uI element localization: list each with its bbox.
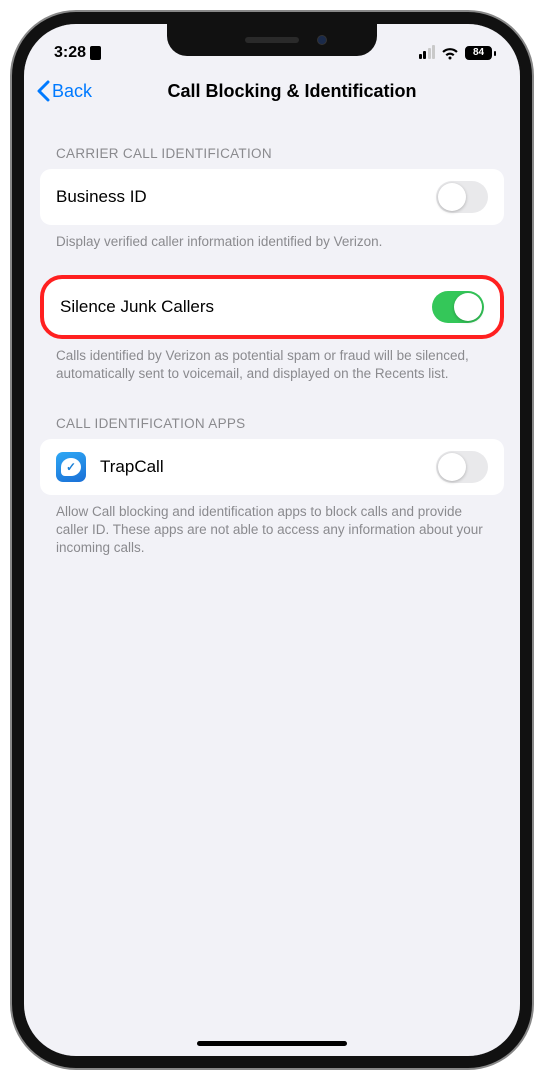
- silence-junk-label: Silence Junk Callers: [60, 297, 214, 317]
- section-header-carrier: CARRIER CALL IDENTIFICATION: [40, 114, 504, 169]
- battery-level: 84: [465, 46, 492, 60]
- toggle-silence-junk[interactable]: [432, 291, 484, 323]
- home-indicator[interactable]: [197, 1041, 347, 1046]
- footer-trapcall: Allow Call blocking and identification a…: [40, 495, 504, 558]
- footer-business-id: Display verified caller information iden…: [40, 225, 504, 251]
- section-header-apps: CALL IDENTIFICATION APPS: [40, 384, 504, 439]
- chevron-left-icon: [36, 80, 50, 102]
- wifi-icon: [441, 47, 459, 60]
- page-title: Call Blocking & Identification: [24, 81, 520, 102]
- footer-silence-junk: Calls identified by Verizon as potential…: [40, 339, 504, 383]
- row-trapcall[interactable]: ✓ TrapCall: [40, 439, 504, 495]
- toggle-knob: [438, 453, 466, 481]
- content-area: CARRIER CALL IDENTIFICATION Business ID …: [24, 114, 520, 1056]
- screen: 3:28 84 Back: [24, 24, 520, 1056]
- status-left: 3:28: [54, 44, 101, 62]
- battery-indicator: 84: [465, 46, 496, 60]
- toggle-knob: [454, 293, 482, 321]
- speaker-grille: [245, 37, 299, 43]
- front-camera: [317, 35, 327, 45]
- checkmark-icon: ✓: [66, 460, 76, 474]
- toggle-trapcall[interactable]: [436, 451, 488, 483]
- row-business-id[interactable]: Business ID: [40, 169, 504, 225]
- trapcall-app-icon: ✓: [56, 452, 86, 482]
- back-button[interactable]: Back: [36, 80, 92, 102]
- row-silence-junk-callers[interactable]: Silence Junk Callers: [40, 275, 504, 339]
- status-time: 3:28: [54, 44, 86, 62]
- cellular-signal-icon: [419, 47, 436, 59]
- phone-frame: 3:28 84 Back: [12, 12, 532, 1068]
- sim-card-icon: [90, 46, 101, 60]
- notch: [167, 24, 377, 56]
- navigation-bar: Back Call Blocking & Identification: [24, 72, 520, 114]
- business-id-label: Business ID: [56, 187, 147, 207]
- back-label: Back: [52, 81, 92, 102]
- toggle-business-id[interactable]: [436, 181, 488, 213]
- trapcall-label: TrapCall: [100, 457, 164, 477]
- status-right: 84: [419, 46, 497, 60]
- speech-bubble-icon: ✓: [61, 458, 81, 476]
- toggle-knob: [438, 183, 466, 211]
